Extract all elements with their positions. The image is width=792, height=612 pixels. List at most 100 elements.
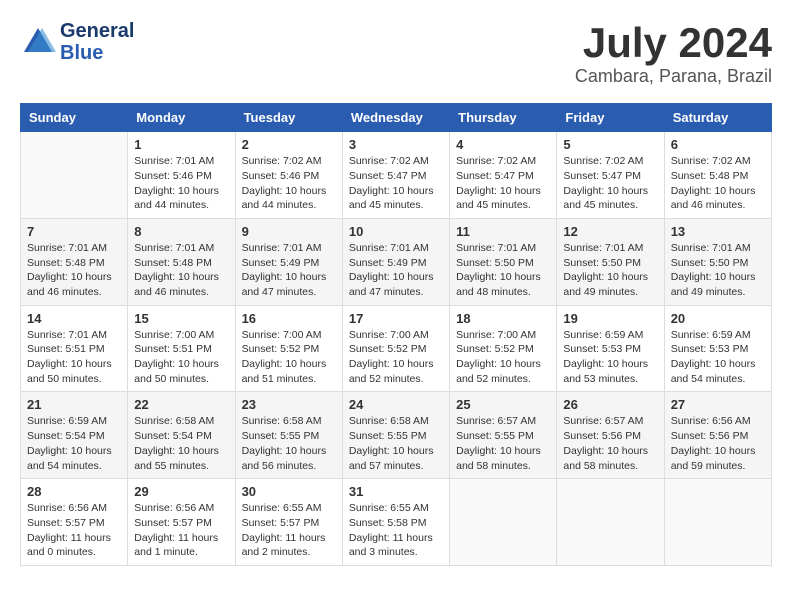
day-info: Sunrise: 7:02 AM Sunset: 5:46 PM Dayligh… — [242, 154, 336, 213]
day-info: Sunrise: 7:02 AM Sunset: 5:47 PM Dayligh… — [563, 154, 657, 213]
calendar-cell: 25 Sunrise: 6:57 AM Sunset: 5:55 PM Dayli… — [450, 392, 557, 479]
header: General Blue July 2024 Cambara, Parana, … — [20, 20, 772, 87]
day-info: Sunrise: 7:01 AM Sunset: 5:48 PM Dayligh… — [27, 241, 121, 300]
calendar-cell: 8 Sunrise: 7:01 AM Sunset: 5:48 PM Daylig… — [128, 218, 235, 305]
day-number: 28 — [27, 484, 121, 499]
day-number: 3 — [349, 137, 443, 152]
day-number: 2 — [242, 137, 336, 152]
day-number: 30 — [242, 484, 336, 499]
day-number: 16 — [242, 311, 336, 326]
calendar-cell: 11 Sunrise: 7:01 AM Sunset: 5:50 PM Dayli… — [450, 218, 557, 305]
day-info: Sunrise: 7:01 AM Sunset: 5:49 PM Dayligh… — [349, 241, 443, 300]
calendar-cell: 10 Sunrise: 7:01 AM Sunset: 5:49 PM Dayli… — [342, 218, 449, 305]
day-info: Sunrise: 6:56 AM Sunset: 5:56 PM Dayligh… — [671, 414, 765, 473]
day-info: Sunrise: 7:01 AM Sunset: 5:46 PM Dayligh… — [134, 154, 228, 213]
day-info: Sunrise: 7:00 AM Sunset: 5:52 PM Dayligh… — [456, 328, 550, 387]
calendar-cell: 7 Sunrise: 7:01 AM Sunset: 5:48 PM Daylig… — [21, 218, 128, 305]
day-number: 8 — [134, 224, 228, 239]
day-info: Sunrise: 6:55 AM Sunset: 5:57 PM Dayligh… — [242, 501, 336, 560]
calendar-cell: 15Sunrise: 7:00 AM Sunset: 5:51 PM Dayli… — [128, 305, 235, 392]
calendar-cell — [664, 479, 771, 566]
calendar-week-1: 1Sunrise: 7:01 AM Sunset: 5:46 PM Daylig… — [21, 132, 772, 219]
day-number: 27 — [671, 397, 765, 412]
day-number: 20 — [671, 311, 765, 326]
calendar-cell — [450, 479, 557, 566]
day-info: Sunrise: 7:02 AM Sunset: 5:47 PM Dayligh… — [349, 154, 443, 213]
day-info: Sunrise: 6:55 AM Sunset: 5:58 PM Dayligh… — [349, 501, 443, 560]
day-info: Sunrise: 6:58 AM Sunset: 5:55 PM Dayligh… — [242, 414, 336, 473]
day-number: 14 — [27, 311, 121, 326]
day-number: 22 — [134, 397, 228, 412]
day-number: 17 — [349, 311, 443, 326]
calendar-cell: 13Sunrise: 7:01 AM Sunset: 5:50 PM Dayli… — [664, 218, 771, 305]
day-info: Sunrise: 7:00 AM Sunset: 5:51 PM Dayligh… — [134, 328, 228, 387]
calendar-cell: 6Sunrise: 7:02 AM Sunset: 5:48 PM Daylig… — [664, 132, 771, 219]
day-info: Sunrise: 6:56 AM Sunset: 5:57 PM Dayligh… — [134, 501, 228, 560]
day-number: 24 — [349, 397, 443, 412]
calendar-week-5: 28 Sunrise: 6:56 AM Sunset: 5:57 PM Dayli… — [21, 479, 772, 566]
day-info: Sunrise: 7:00 AM Sunset: 5:52 PM Dayligh… — [349, 328, 443, 387]
calendar-cell: 1Sunrise: 7:01 AM Sunset: 5:46 PM Daylig… — [128, 132, 235, 219]
day-info: Sunrise: 6:58 AM Sunset: 5:55 PM Dayligh… — [349, 414, 443, 473]
title-area: July 2024 Cambara, Parana, Brazil — [575, 20, 772, 87]
calendar-week-3: 14Sunrise: 7:01 AM Sunset: 5:51 PM Dayli… — [21, 305, 772, 392]
day-number: 21 — [27, 397, 121, 412]
calendar-cell: 20Sunrise: 6:59 AM Sunset: 5:53 PM Dayli… — [664, 305, 771, 392]
logo-icon — [20, 24, 56, 60]
calendar-cell — [557, 479, 664, 566]
weekday-header-wednesday: Wednesday — [342, 104, 449, 132]
day-number: 19 — [563, 311, 657, 326]
day-number: 9 — [242, 224, 336, 239]
logo-text-blue: Blue — [60, 42, 134, 64]
day-info: Sunrise: 6:58 AM Sunset: 5:54 PM Dayligh… — [134, 414, 228, 473]
weekday-header-tuesday: Tuesday — [235, 104, 342, 132]
calendar-cell: 28 Sunrise: 6:56 AM Sunset: 5:57 PM Dayli… — [21, 479, 128, 566]
calendar-cell: 17 Sunrise: 7:00 AM Sunset: 5:52 PM Dayli… — [342, 305, 449, 392]
calendar-week-4: 21 Sunrise: 6:59 AM Sunset: 5:54 PM Dayli… — [21, 392, 772, 479]
day-info: Sunrise: 7:01 AM Sunset: 5:48 PM Dayligh… — [134, 241, 228, 300]
day-info: Sunrise: 6:57 AM Sunset: 5:55 PM Dayligh… — [456, 414, 550, 473]
calendar-cell: 31 Sunrise: 6:55 AM Sunset: 5:58 PM Dayli… — [342, 479, 449, 566]
day-number: 6 — [671, 137, 765, 152]
weekday-header-sunday: Sunday — [21, 104, 128, 132]
day-number: 25 — [456, 397, 550, 412]
day-info: Sunrise: 7:02 AM Sunset: 5:47 PM Dayligh… — [456, 154, 550, 213]
month-title: July 2024 — [575, 20, 772, 66]
calendar-cell: 9Sunrise: 7:01 AM Sunset: 5:49 PM Daylig… — [235, 218, 342, 305]
day-number: 4 — [456, 137, 550, 152]
day-info: Sunrise: 7:01 AM Sunset: 5:50 PM Dayligh… — [456, 241, 550, 300]
day-number: 10 — [349, 224, 443, 239]
day-number: 7 — [27, 224, 121, 239]
day-number: 13 — [671, 224, 765, 239]
calendar-cell: 30 Sunrise: 6:55 AM Sunset: 5:57 PM Dayli… — [235, 479, 342, 566]
calendar-week-2: 7 Sunrise: 7:01 AM Sunset: 5:48 PM Daylig… — [21, 218, 772, 305]
day-number: 18 — [456, 311, 550, 326]
weekday-header-saturday: Saturday — [664, 104, 771, 132]
calendar-cell: 16 Sunrise: 7:00 AM Sunset: 5:52 PM Dayli… — [235, 305, 342, 392]
calendar-cell: 21 Sunrise: 6:59 AM Sunset: 5:54 PM Dayli… — [21, 392, 128, 479]
day-info: Sunrise: 6:57 AM Sunset: 5:56 PM Dayligh… — [563, 414, 657, 473]
weekday-header-monday: Monday — [128, 104, 235, 132]
day-info: Sunrise: 6:59 AM Sunset: 5:54 PM Dayligh… — [27, 414, 121, 473]
calendar-cell: 14Sunrise: 7:01 AM Sunset: 5:51 PM Dayli… — [21, 305, 128, 392]
day-number: 26 — [563, 397, 657, 412]
weekday-header-thursday: Thursday — [450, 104, 557, 132]
logo: General Blue — [20, 20, 134, 64]
calendar-cell — [21, 132, 128, 219]
day-number: 5 — [563, 137, 657, 152]
calendar-cell: 4 Sunrise: 7:02 AM Sunset: 5:47 PM Daylig… — [450, 132, 557, 219]
calendar-cell: 22 Sunrise: 6:58 AM Sunset: 5:54 PM Dayli… — [128, 392, 235, 479]
calendar-cell: 27 Sunrise: 6:56 AM Sunset: 5:56 PM Dayli… — [664, 392, 771, 479]
day-info: Sunrise: 7:00 AM Sunset: 5:52 PM Dayligh… — [242, 328, 336, 387]
day-info: Sunrise: 6:56 AM Sunset: 5:57 PM Dayligh… — [27, 501, 121, 560]
calendar-cell: 23Sunrise: 6:58 AM Sunset: 5:55 PM Dayli… — [235, 392, 342, 479]
calendar-cell: 19Sunrise: 6:59 AM Sunset: 5:53 PM Dayli… — [557, 305, 664, 392]
calendar-table: SundayMondayTuesdayWednesdayThursdayFrid… — [20, 103, 772, 566]
calendar-cell: 29 Sunrise: 6:56 AM Sunset: 5:57 PM Dayli… — [128, 479, 235, 566]
day-number: 12 — [563, 224, 657, 239]
day-number: 11 — [456, 224, 550, 239]
calendar-cell: 26 Sunrise: 6:57 AM Sunset: 5:56 PM Dayli… — [557, 392, 664, 479]
calendar-cell: 2 Sunrise: 7:02 AM Sunset: 5:46 PM Daylig… — [235, 132, 342, 219]
day-number: 31 — [349, 484, 443, 499]
day-number: 29 — [134, 484, 228, 499]
